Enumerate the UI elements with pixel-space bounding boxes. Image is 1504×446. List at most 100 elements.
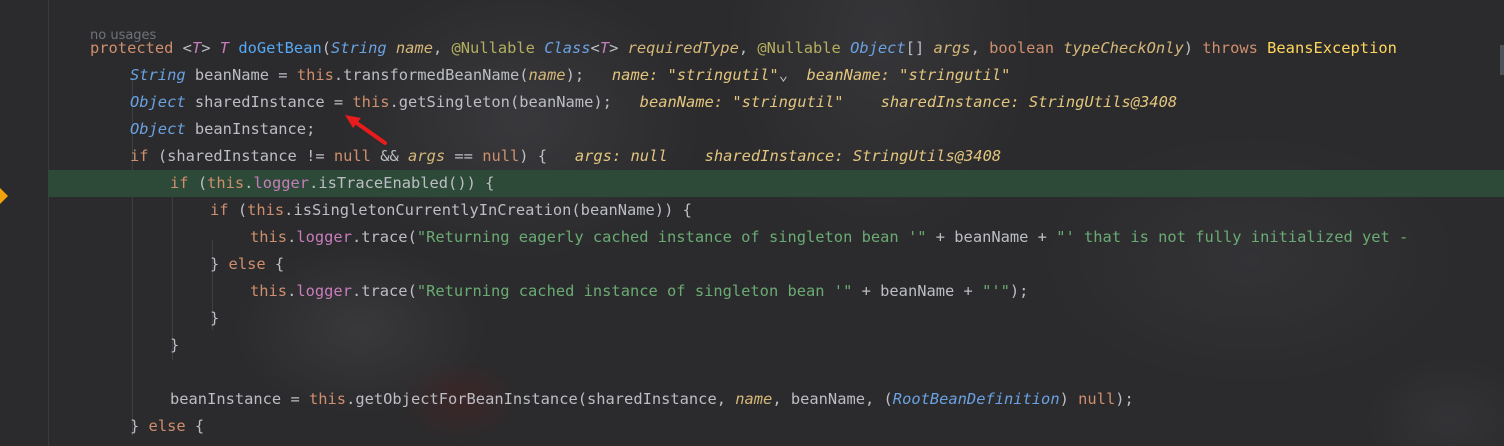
code-line[interactable]: Object sharedInstance = this.getSingleto…	[48, 89, 1504, 116]
code-token: .isSingletonCurrentlyInCreation(beanName…	[284, 201, 692, 219]
code-token: + beanName +	[852, 282, 983, 300]
code-text: } else {	[210, 251, 284, 278]
code-text: if (this.logger.isTraceEnabled()) {	[170, 170, 494, 197]
code-token: this	[247, 201, 285, 219]
code-token: <	[590, 39, 600, 57]
code-token: Class	[544, 39, 591, 57]
code-token: boolean	[989, 39, 1064, 57]
code-token: args	[933, 39, 971, 57]
code-token: this	[207, 174, 245, 192]
code-token: null	[482, 147, 520, 165]
code-token: Object	[850, 39, 906, 57]
code-token: BeansException	[1267, 39, 1397, 57]
code-token: (sharedInstance !=	[157, 147, 334, 165]
code-token: requiredType	[627, 39, 739, 57]
editor-gutter[interactable]	[0, 0, 49, 446]
code-text: protected <T> T doGetBean(String name, @…	[90, 35, 1397, 62]
code-line[interactable]: this.logger.trace("Returning cached inst…	[48, 278, 1504, 305]
code-token: null	[333, 147, 381, 165]
code-token: )	[1059, 390, 1079, 408]
code-line[interactable]: } else {	[48, 251, 1504, 278]
code-token: )	[1183, 39, 1203, 57]
code-token: if	[170, 174, 198, 192]
code-token: []	[905, 39, 934, 57]
code-token: this	[250, 228, 288, 246]
code-token: this	[296, 66, 334, 84]
code-text: Object sharedInstance = this.getSingleto…	[130, 89, 1177, 116]
code-line[interactable]: if (sharedInstance != null && args == nu…	[48, 143, 1504, 170]
code-token: >	[201, 39, 220, 57]
code-token: (	[197, 174, 208, 192]
code-token: {	[274, 255, 285, 273]
code-line[interactable]: } else {	[48, 413, 1504, 440]
code-line[interactable]: if (this.isSingletonCurrentlyInCreation(…	[48, 197, 1504, 224]
code-token: }	[210, 255, 229, 273]
code-text: }	[170, 332, 179, 359]
code-token: >	[609, 39, 628, 57]
code-line[interactable]: protected <T> T doGetBean(String name, @…	[48, 35, 1504, 62]
code-token: .trace(	[351, 228, 417, 246]
code-token: name	[395, 39, 433, 57]
code-line[interactable]: }	[48, 332, 1504, 359]
code-token: throws	[1202, 39, 1268, 57]
code-token: ==	[445, 147, 483, 165]
code-token: logger	[253, 174, 310, 192]
code-line[interactable]: String beanName = this.transformedBeanNa…	[48, 62, 1504, 89]
code-token: this	[352, 93, 390, 111]
code-token: else	[228, 255, 275, 273]
code-text: } else {	[130, 413, 204, 440]
code-text: this.logger.trace("Returning cached inst…	[250, 278, 1028, 305]
code-token: );	[565, 66, 612, 84]
code-token: {	[194, 417, 205, 435]
code-token: );	[1115, 390, 1134, 408]
code-token: @Nullable	[757, 39, 851, 57]
code-token: .trace(	[351, 282, 417, 300]
code-token: }	[170, 336, 180, 354]
code-token: if	[210, 201, 238, 219]
code-text: beanInstance = this.getObjectForBeanInst…	[170, 386, 1134, 413]
code-token: name	[735, 390, 773, 408]
code-token: name	[528, 66, 566, 84]
code-token: .	[287, 282, 297, 300]
code-token: args	[408, 147, 446, 165]
code-token: Object	[130, 120, 195, 138]
code-token: if	[130, 147, 158, 165]
inline-debug-value: name: "stringutil"	[611, 66, 779, 84]
code-token: @Nullable	[451, 39, 545, 57]
code-line[interactable]: Object beanInstance;	[48, 116, 1504, 143]
code-token: (	[237, 201, 248, 219]
code-token: Object	[130, 93, 195, 111]
current-execution-line[interactable]: if (this.logger.isTraceEnabled()) {	[48, 170, 1504, 197]
code-token: .	[287, 228, 297, 246]
inline-debug-value: beanName: "stringutil"	[806, 66, 1011, 84]
code-token: <	[182, 39, 192, 57]
code-token: "'"	[982, 282, 1010, 300]
code-token: ⌄	[778, 66, 807, 84]
code-token: this	[250, 282, 288, 300]
code-token: sharedInstance =	[194, 93, 353, 111]
code-token: ) {	[519, 147, 575, 165]
code-line[interactable]: beanInstance = this.getObjectForBeanInst…	[48, 386, 1504, 413]
code-token: .getObjectForBeanInstance(sharedInstance…	[346, 390, 736, 408]
inline-debug-value: beanName: "stringutil" sharedInstance: S…	[639, 93, 1178, 111]
code-token: .transformedBeanName(	[333, 66, 529, 84]
code-token: .isTraceEnabled()) {	[309, 174, 495, 192]
code-token: logger	[296, 228, 352, 246]
code-token: String	[331, 39, 396, 57]
code-line[interactable]: this.logger.trace("Returning eagerly cac…	[48, 224, 1504, 251]
code-line[interactable]: }	[48, 305, 1504, 332]
code-token: .getSingleton(beanName);	[389, 93, 640, 111]
code-text: Object beanInstance;	[130, 116, 315, 143]
code-token: typeCheckOnly	[1063, 39, 1184, 57]
code-token: , beanName, (	[772, 390, 893, 408]
code-token: logger	[296, 282, 352, 300]
scrollbar-thumb[interactable]	[1500, 45, 1504, 75]
code-token: protected	[90, 39, 183, 57]
code-token: "Returning cached instance of singleton …	[416, 282, 853, 300]
code-token: T	[599, 39, 610, 57]
red-arrow-annotation	[345, 115, 387, 145]
code-token: beanInstance =	[170, 390, 309, 408]
code-token: RootBeanDefinition	[892, 390, 1060, 408]
code-token: beanInstance;	[194, 120, 316, 138]
code-token: this	[309, 390, 347, 408]
